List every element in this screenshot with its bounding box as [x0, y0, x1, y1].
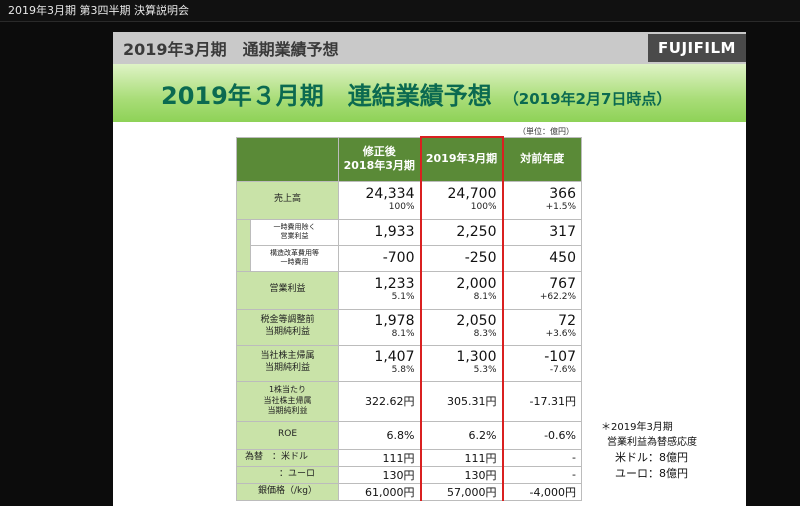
cell: 305.31円	[419, 380, 504, 422]
cell: 24,700 100%	[419, 180, 504, 220]
cell: 130円	[419, 465, 504, 484]
table-row-fx-eur: ：ユーロ 130円 130円 -	[236, 465, 582, 484]
row-label: 一時費用除く 営業利益	[250, 218, 339, 246]
cell: -700	[338, 244, 421, 272]
cell: -107 -7.6%	[502, 344, 582, 382]
cell: 111円	[338, 448, 421, 467]
fujifilm-logo: FUJIFILM	[648, 34, 746, 62]
slide-header-title: 2019年3月期 通期業績予想	[123, 40, 339, 59]
banner-date-note: （2019年2月7日時点）	[503, 90, 672, 108]
header-blank-cell	[236, 136, 339, 182]
row-label: 営業利益	[236, 270, 339, 310]
header-fy2019: 2019年3月期	[419, 136, 504, 182]
cell: 130円	[338, 465, 421, 484]
table-header-row: 修正後 2018年3月期 2019年3月期 対前年度	[236, 136, 582, 182]
cell: 1,233 5.1%	[338, 270, 421, 310]
cell: 24,334 100%	[338, 180, 421, 220]
note-line: ＊2019年3月期	[601, 422, 673, 433]
row-label: ：ユーロ	[236, 465, 339, 484]
note-line: 米ドル：8億円	[615, 451, 688, 464]
cell: -	[502, 465, 582, 484]
cell: 57,000円	[419, 482, 504, 501]
cell: 1,933	[338, 218, 421, 246]
cell: 1,978 8.1%	[338, 308, 421, 346]
row-label: 当社株主帰属 当期純利益	[236, 344, 339, 382]
cell: 450	[502, 244, 582, 272]
cell: 366 +1.5%	[502, 180, 582, 220]
table-row-pretax: 税金等調整前 当期純利益 1,978 8.1% 2,050 8.3% 72 +3.6%	[236, 308, 582, 346]
cell: 2,050 8.3%	[419, 308, 504, 346]
table-row-restructure: 構造改革費用等 一時費用 -700 -250 450	[237, 244, 582, 272]
cell: 61,000円	[338, 482, 421, 501]
row-label: 税金等調整前 当期純利益	[236, 308, 339, 346]
forecast-table: 修正後 2018年3月期 2019年3月期 対前年度 売上高 24,334 100…	[236, 136, 582, 501]
cell: 317	[502, 218, 582, 246]
table-row-op: 営業利益 1,233 5.1% 2,000 8.1% 767 +62.2%	[236, 270, 582, 310]
cell: -	[502, 448, 582, 467]
table-row-eps: 1株当たり 当社株主帰属 当期純利益 322.62円 305.31円 -17.3…	[236, 380, 582, 422]
row-label: 売上高	[236, 180, 339, 220]
slide-header: 2019年3月期 通期業績予想 FUJIFILM	[113, 32, 746, 64]
cell: 1,300 5.3%	[419, 344, 504, 382]
header-yoy: 対前年度	[502, 136, 582, 182]
cell: 322.62円	[338, 380, 421, 422]
window-title: 2019年3月期 第3四半期 決算説明会	[0, 0, 800, 22]
cell: 6.2%	[419, 420, 504, 450]
cell: -250	[419, 244, 504, 272]
note-line: ユーロ：8億円	[615, 466, 688, 480]
cell: 2,000 8.1%	[419, 270, 504, 310]
fx-sensitivity-note: ＊2019年3月期 営業利益為替感応度 米ドル：8億円 ユーロ：8億円	[601, 421, 697, 482]
row-label: 銀価格（/kg）	[236, 482, 339, 501]
cell: -0.6%	[502, 420, 582, 450]
cell: -4,000円	[502, 482, 582, 501]
cell: 72 +3.6%	[502, 308, 582, 346]
banner-title: 2019年３月期 連結業績予想 （2019年2月7日時点）	[161, 76, 671, 111]
table-row-net: 当社株主帰属 当期純利益 1,407 5.8% 1,300 5.3% -107 -7.…	[236, 344, 582, 382]
row-label: ROE	[236, 420, 339, 450]
row-label: 1株当たり 当社株主帰属 当期純利益	[236, 380, 339, 422]
row-label: 為替 ：米ドル	[236, 448, 339, 467]
note-line: 営業利益為替感応度	[607, 436, 697, 448]
cell: 1,407 5.8%	[338, 344, 421, 382]
cell: -17.31円	[502, 380, 582, 422]
banner-main-text: 2019年３月期 連結業績予想	[161, 82, 492, 110]
header-fy2018: 修正後 2018年3月期	[338, 136, 421, 182]
table-row-silver: 銀価格（/kg） 61,000円 57,000円 -4,000円	[236, 482, 582, 501]
indent-cell	[236, 218, 251, 272]
table-row-roe: ROE 6.8% 6.2% -0.6%	[236, 420, 582, 450]
table-row-sales: 売上高 24,334 100% 24,700 100% 366 +1.5%	[236, 180, 582, 220]
slide: 2019年3月期 通期業績予想 FUJIFILM 2019年３月期 連結業績予想…	[113, 32, 746, 506]
cell: 111円	[419, 448, 504, 467]
cell: 6.8%	[338, 420, 421, 450]
banner: 2019年３月期 連結業績予想 （2019年2月7日時点）	[113, 64, 746, 122]
cell: 2,250	[419, 218, 504, 246]
table-row-op-excl: 一時費用除く 営業利益 1,933 2,250 317	[236, 218, 582, 272]
row-label: 構造改革費用等 一時費用	[250, 244, 339, 272]
cell: 767 +62.2%	[502, 270, 582, 310]
table-row-fx-usd: 為替 ：米ドル 111円 111円 -	[236, 448, 582, 467]
